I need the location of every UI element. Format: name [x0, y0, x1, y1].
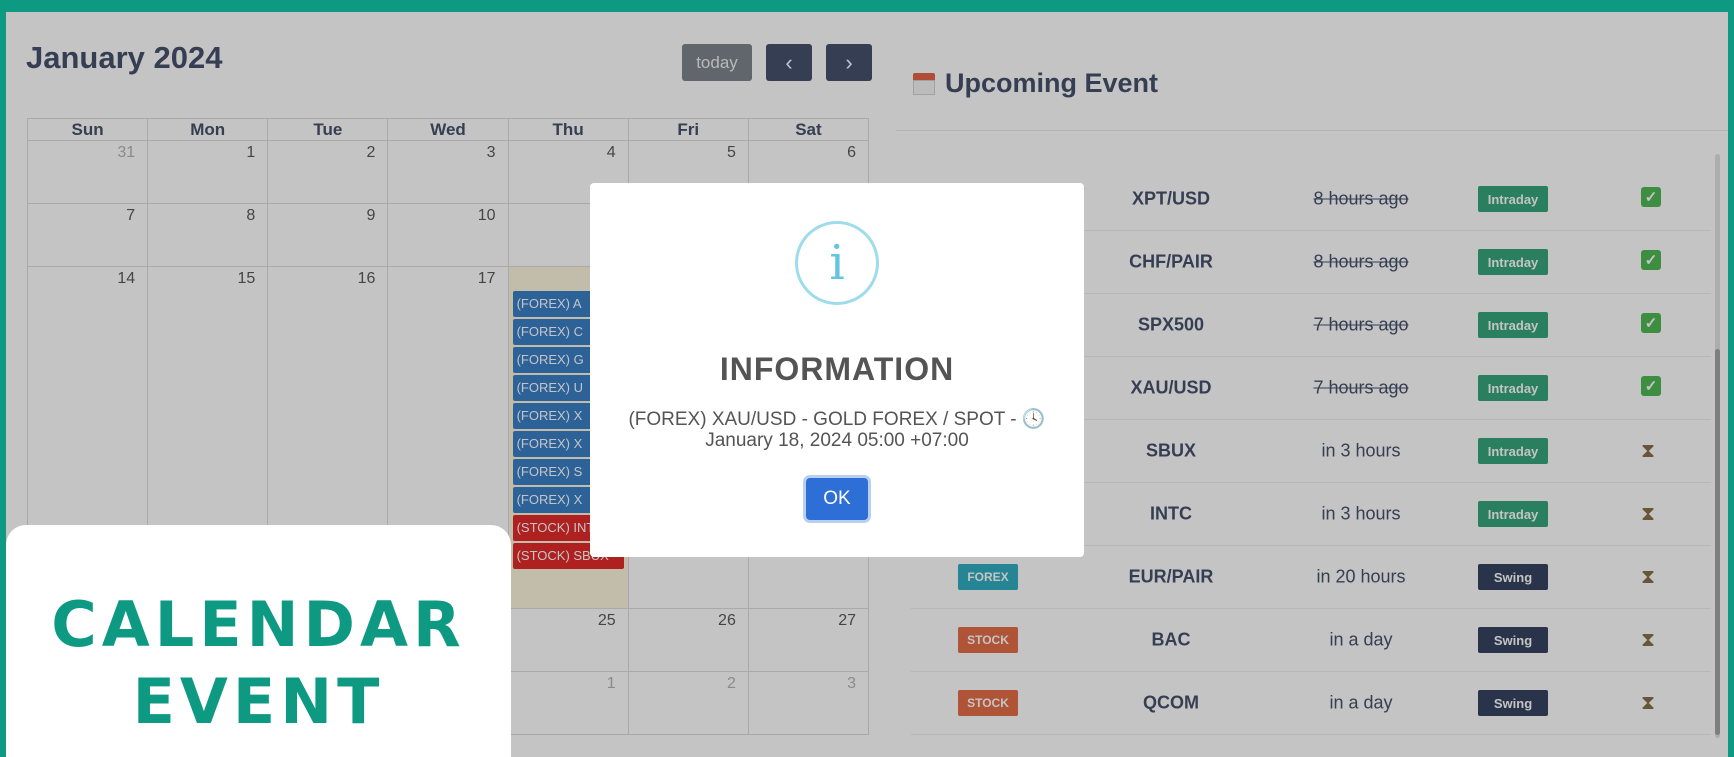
banner-line-1: CALENDAR [51, 588, 466, 661]
dialog-message: (FOREX) XAU/USD - GOLD FOREX / SPOT - 🕓 … [628, 409, 1046, 451]
promo-banner: CALENDAR EVENT [6, 525, 511, 757]
banner-line-2: EVENT [132, 665, 385, 738]
information-dialog: i INFORMATION (FOREX) XAU/USD - GOLD FOR… [590, 183, 1084, 557]
info-icon: i [795, 221, 879, 305]
app-frame: January 2024 today ‹ › Sun Mon Tue Wed Thu Fr… [6, 12, 1728, 757]
ok-button[interactable]: OK [806, 478, 868, 520]
dialog-title: INFORMATION [719, 351, 955, 387]
